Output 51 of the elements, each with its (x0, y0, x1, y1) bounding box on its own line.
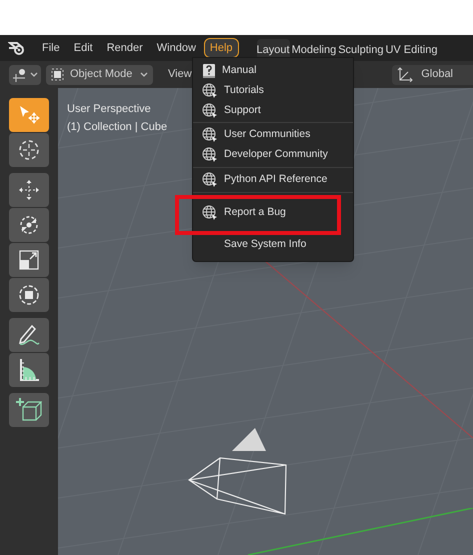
globe-icon (202, 83, 218, 99)
tool-button[interactable] (9, 173, 49, 207)
add-cube-icon (16, 397, 42, 423)
axes-icon (397, 67, 414, 82)
tool-button[interactable] (9, 243, 49, 277)
book-icon (202, 63, 216, 79)
menu-entry[interactable]: User Communities (193, 125, 353, 145)
workspace-tab[interactable]: UV Editing (385, 39, 438, 61)
transform-icon (17, 283, 41, 307)
viewport-title: User Perspective (67, 102, 152, 117)
menu-entry[interactable]: Tutorials (193, 81, 353, 101)
globe-icon (202, 147, 218, 163)
globe-icon (202, 127, 218, 143)
tool-button[interactable] (9, 353, 49, 387)
menu-entry[interactable]: Python API Reference (193, 170, 353, 190)
globe-icon (202, 205, 218, 221)
orientation-dropdown[interactable]: Global (392, 64, 473, 84)
menu-item[interactable]: Help (204, 38, 239, 58)
chevron-icon (30, 72, 38, 78)
mode-dropdown[interactable]: Object Mode (46, 64, 153, 84)
menu-item[interactable]: Window (150, 38, 202, 58)
mode-label: Object Mode (70, 67, 134, 82)
tool-button[interactable] (9, 393, 49, 427)
globe-icon (202, 103, 218, 119)
globe-icon (202, 172, 218, 188)
cursor-icon (17, 138, 41, 162)
menu-entry[interactable]: Developer Community (193, 145, 353, 165)
menu-entry[interactable]: Manual (193, 61, 353, 81)
viewport-subtitle: (1) Collection | Cube (67, 120, 168, 135)
view-menu[interactable]: View (166, 66, 194, 83)
tool-button[interactable] (9, 278, 49, 312)
pencil-icon (16, 323, 42, 347)
move-icon (17, 178, 41, 202)
menu-entry[interactable]: Save System Info (193, 235, 353, 255)
workspace-tab[interactable]: Sculpting (338, 39, 384, 61)
blender-logo-icon (8, 41, 26, 55)
menu-entry[interactable]: Report a Bug (193, 203, 353, 223)
workspace-tab[interactable]: Modeling (292, 39, 336, 61)
tool-button[interactable] (9, 208, 49, 242)
select-arrow-icon (17, 104, 41, 126)
menu-item[interactable]: Render (100, 38, 149, 58)
tool-button[interactable] (9, 133, 49, 167)
menu-entry[interactable]: Support (193, 101, 353, 121)
object-icon (51, 68, 64, 81)
editor-type-button[interactable] (9, 64, 41, 84)
scale-icon (17, 248, 41, 272)
axes-icon (12, 68, 28, 82)
menu-item[interactable]: Edit (68, 38, 99, 58)
tool-button[interactable] (9, 318, 49, 352)
menu-item[interactable]: File (36, 38, 66, 58)
chevron-icon (140, 72, 148, 78)
